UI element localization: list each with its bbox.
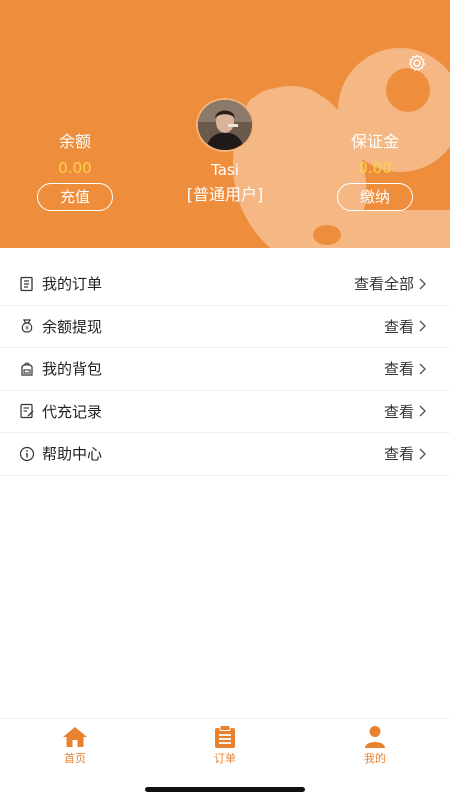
tab-mine[interactable]: 我的 bbox=[335, 725, 415, 766]
menu-item-label: 余额提现 bbox=[42, 317, 103, 336]
avatar-photo bbox=[198, 100, 252, 150]
view-link[interactable]: 查看 bbox=[384, 358, 414, 379]
pay-deposit-button[interactable]: 缴纳 bbox=[337, 183, 413, 211]
menu-item-withdraw[interactable]: ¥ 余额提现 查看 bbox=[0, 306, 450, 348]
menu-item-label: 我的订单 bbox=[42, 275, 103, 294]
menu-item-backpack[interactable]: 我的背包 查看 bbox=[0, 348, 450, 391]
menu-item-label: 代充记录 bbox=[42, 402, 103, 421]
money-bag-icon: ¥ bbox=[18, 317, 36, 335]
tab-orders[interactable]: 订单 bbox=[185, 725, 265, 766]
balance-label: 余额 bbox=[58, 132, 91, 151]
info-icon bbox=[18, 445, 36, 463]
chevron-right-icon bbox=[418, 447, 432, 461]
settings-button[interactable] bbox=[406, 52, 428, 74]
home-indicator bbox=[145, 787, 305, 792]
chevron-right-icon bbox=[418, 404, 432, 418]
user-type: [普通用户] bbox=[186, 185, 264, 204]
chevron-right-icon bbox=[418, 362, 432, 376]
view-link[interactable]: 查看 bbox=[384, 401, 414, 422]
menu-item-help-center[interactable]: 帮助中心 查看 bbox=[0, 433, 450, 476]
record-icon bbox=[18, 402, 36, 420]
deposit-section: 保证金 0.00 缴纳 bbox=[334, 132, 416, 211]
chevron-right-icon bbox=[418, 277, 432, 291]
settings-icon bbox=[408, 54, 426, 71]
view-all-link[interactable]: 查看全部 bbox=[354, 273, 414, 294]
menu-item-label: 我的背包 bbox=[42, 360, 103, 379]
svg-text:¥: ¥ bbox=[25, 325, 29, 332]
home-icon bbox=[35, 725, 115, 749]
deposit-label: 保证金 bbox=[350, 132, 399, 151]
deposit-value: 0.00 bbox=[358, 159, 392, 177]
backpack-icon bbox=[18, 360, 36, 378]
balance-value: 0.00 bbox=[58, 159, 92, 177]
clipboard-icon bbox=[185, 725, 265, 749]
tab-label: 订单 bbox=[214, 752, 236, 765]
menu-item-my-orders[interactable]: 我的订单 查看全部 bbox=[0, 263, 450, 306]
menu-item-label: 帮助中心 bbox=[42, 445, 103, 464]
person-icon bbox=[335, 725, 415, 749]
profile-header: 余额 0.00 充值 Tasi [普通用户] 保证金 0.00 缴纳 bbox=[0, 0, 450, 248]
tab-label: 首页 bbox=[64, 752, 86, 765]
view-link[interactable]: 查看 bbox=[384, 443, 414, 464]
view-link[interactable]: 查看 bbox=[384, 316, 414, 337]
avatar[interactable] bbox=[196, 98, 254, 152]
menu-item-recharge-records[interactable]: 代充记录 查看 bbox=[0, 391, 450, 433]
chevron-right-icon bbox=[418, 319, 432, 333]
tab-home[interactable]: 首页 bbox=[35, 725, 115, 766]
recharge-button[interactable]: 充值 bbox=[37, 183, 113, 211]
balance-section: 余额 0.00 充值 bbox=[35, 132, 115, 211]
tab-label: 我的 bbox=[364, 752, 386, 765]
order-list-icon bbox=[18, 275, 36, 293]
username: Tasi bbox=[211, 161, 239, 179]
menu-list: 我的订单 查看全部 ¥ 余额提现 查看 我的背包 查看 代充记录 查看 帮助中心… bbox=[0, 263, 450, 476]
